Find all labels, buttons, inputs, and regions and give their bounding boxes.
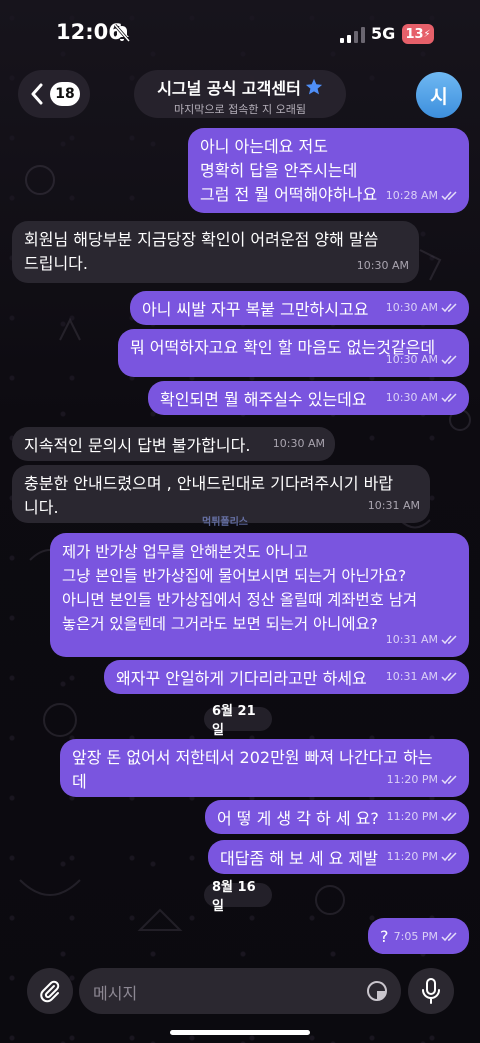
message-meta: 10:30 AM <box>357 254 409 278</box>
message-bubble[interactable]: 회원님 해당부분 지금당장 확인이 어려운점 양해 말씀 드립니다. 10:30… <box>12 221 419 283</box>
charging-icon: ⚡ <box>423 28 431 40</box>
double-check-icon <box>441 635 457 645</box>
network-type: 5G <box>371 24 396 43</box>
message-meta: 10:28 AM <box>386 184 459 208</box>
date-divider: 8월 16일 <box>204 880 272 914</box>
message-bubble[interactable]: 아니 아는데요 저도 명확히 답을 안주시는데 그럼 전 뭘 어떡해야하나요 1… <box>188 128 469 213</box>
message-bubble[interactable]: 아니 씨발 자꾸 복붙 그만하시고요 10:30 AM <box>130 291 469 325</box>
battery-indicator: 13 ⚡ <box>402 24 434 44</box>
message-time: 10:30 AM <box>356 259 409 272</box>
message-meta: 10:31 AM <box>386 628 459 652</box>
sticker-icon[interactable] <box>365 979 389 1003</box>
message-bubble[interactable]: 뭐 어떡하자고요 확인 할 마음도 없는것같은데 10:30 AM <box>118 329 469 377</box>
back-button[interactable]: 18 <box>18 70 90 118</box>
clock: 12:06 <box>56 20 123 44</box>
date-divider: 6월 21일 <box>204 704 272 738</box>
message-bubble[interactable]: 앞장 돈 없어서 저한테서 202만원 빠져 나간다고 하는 데 11:20 P… <box>60 739 469 797</box>
message-time: 10:28 AM <box>385 189 438 202</box>
message-bubble[interactable]: 제가 반가상 업무를 안해본것도 아니고 그냥 본인들 반가상집에 물어보시면 … <box>50 533 469 657</box>
message-time: 10:30 AM <box>272 437 325 450</box>
double-check-icon <box>441 932 457 942</box>
battery-level: 13 <box>405 26 424 42</box>
message-time: 10:30 AM <box>385 301 438 314</box>
message-input[interactable]: 메시지 <box>79 968 401 1014</box>
message-meta: 10:31 AM <box>386 665 459 689</box>
chat-title: 시그널 공식 고객센터 <box>157 79 301 98</box>
message-time: 10:31 AM <box>367 499 420 512</box>
message-meta: 11:20 PM <box>387 805 459 829</box>
double-check-icon <box>441 393 457 403</box>
message-meta: 10:30 AM <box>273 432 325 456</box>
microphone-icon <box>422 978 440 1004</box>
message-time: 11:20 PM <box>386 773 438 786</box>
message-bubble[interactable]: 지속적인 문의시 답변 불가합니다. 10:30 AM <box>12 427 335 461</box>
message-time: 10:30 AM <box>385 391 438 404</box>
message-meta: 10:30 AM <box>386 386 459 410</box>
chevron-left-icon <box>31 83 43 105</box>
double-check-icon <box>441 672 457 682</box>
message-time: 10:30 AM <box>385 353 438 366</box>
double-check-icon <box>441 191 457 201</box>
signal-icon <box>340 27 365 43</box>
message-meta: 10:31 AM <box>368 494 420 518</box>
bell-muted-icon <box>114 24 130 42</box>
message-time: 7:05 PM <box>393 930 438 943</box>
double-check-icon <box>441 355 457 365</box>
message-meta: 11:20 PM <box>387 845 459 869</box>
message-meta: 11:20 PM <box>387 768 459 792</box>
message-time: 11:20 PM <box>386 810 438 823</box>
status-bar: 12:06 5G 13 ⚡ <box>0 0 480 68</box>
double-check-icon <box>441 303 457 313</box>
message-input-placeholder: 메시지 <box>93 984 138 1003</box>
message-bubble[interactable]: 대답좀 해 보 세 요 제발 11:20 PM <box>208 840 469 874</box>
message-text: 회원님 해당부분 지금당장 확인이 어려운점 양해 말씀 드립니다. <box>24 230 379 273</box>
message-bubble[interactable]: 어 떻 게 생 각 하 세 요? 11:20 PM <box>205 800 469 834</box>
message-meta: 10:30 AM <box>386 348 459 372</box>
double-check-icon <box>441 775 457 785</box>
home-indicator <box>170 1030 310 1035</box>
avatar[interactable]: 시 <box>416 72 462 118</box>
message-text: 제가 반가상 업무를 안해본것도 아니고 그냥 본인들 반가상집에 물어보시면 … <box>62 543 418 633</box>
paperclip-icon <box>40 980 60 1003</box>
message-bubble[interactable]: 왜자꾸 안일하게 기다리라고만 하세요 10:31 AM <box>104 660 469 694</box>
message-meta: 7:05 PM <box>394 925 459 949</box>
message-time: 10:31 AM <box>385 670 438 683</box>
message-time: 11:20 PM <box>386 850 438 863</box>
last-seen-status: 마지막으로 접속한 지 오래됨 <box>174 103 306 116</box>
watermark: 먹튀폴리스 <box>202 517 248 528</box>
message-bubble[interactable]: 확인되면 뭘 해주실수 있는데요 10:30 AM <box>148 381 469 415</box>
message-time: 10:31 AM <box>385 633 438 646</box>
message-bubble[interactable]: ? 7:05 PM <box>368 918 469 954</box>
double-check-icon <box>441 812 457 822</box>
chat-title-area[interactable]: 시그널 공식 고객센터 마지막으로 접속한 지 오래됨 <box>134 70 346 118</box>
verified-star-icon <box>305 78 322 95</box>
avatar-initial: 시 <box>430 85 448 108</box>
message-meta: 10:30 AM <box>386 296 459 320</box>
microphone-button[interactable] <box>408 968 454 1014</box>
attach-button[interactable] <box>27 968 73 1014</box>
double-check-icon <box>441 852 457 862</box>
unread-count-badge: 18 <box>50 82 80 106</box>
